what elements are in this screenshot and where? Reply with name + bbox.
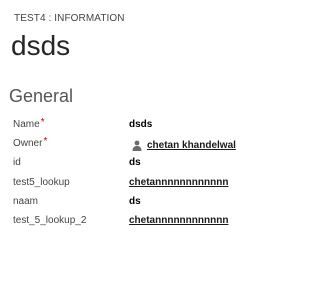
field-label-test5-lookup: test5_lookup <box>13 177 70 188</box>
owner-lookup[interactable]: chetan khandelwal <box>132 137 236 152</box>
field-label-name: Name* <box>13 117 45 130</box>
field-row-id: id ds <box>0 156 326 172</box>
user-icon <box>132 140 142 152</box>
entity-type-label: TEST4 : INFORMATION <box>14 13 125 24</box>
field-row-name: Name* dsds <box>0 117 326 134</box>
field-value-name[interactable]: dsds <box>129 118 152 132</box>
record-title: dsds <box>11 30 71 61</box>
field-label-owner: Owner* <box>13 136 48 149</box>
field-label-naam: naam <box>13 196 39 207</box>
field-row-owner: Owner* chetan khandelwal <box>0 136 326 153</box>
field-row-test-5-lookup-2: test_5_lookup_2 chetannnnnnnnnnnn <box>0 214 326 230</box>
field-label-id: id <box>13 157 21 168</box>
required-marker: * <box>43 136 48 147</box>
field-value-naam[interactable]: ds <box>129 195 141 209</box>
required-marker: * <box>40 117 45 128</box>
section-title-general: General <box>9 86 74 106</box>
field-row-test5-lookup: test5_lookup chetannnnnnnnnnnn <box>0 176 326 192</box>
field-value-owner[interactable]: chetan khandelwal <box>147 140 236 151</box>
field-value-test-5-lookup-2[interactable]: chetannnnnnnnnnnn <box>129 214 228 228</box>
field-label-test-5-lookup-2: test_5_lookup_2 <box>13 215 87 226</box>
field-row-naam: naam ds <box>0 195 326 211</box>
record-form: TEST4 : INFORMATION dsds General Name* d… <box>0 0 326 303</box>
field-value-id[interactable]: ds <box>129 156 141 170</box>
field-value-test5-lookup[interactable]: chetannnnnnnnnnnn <box>129 176 228 190</box>
